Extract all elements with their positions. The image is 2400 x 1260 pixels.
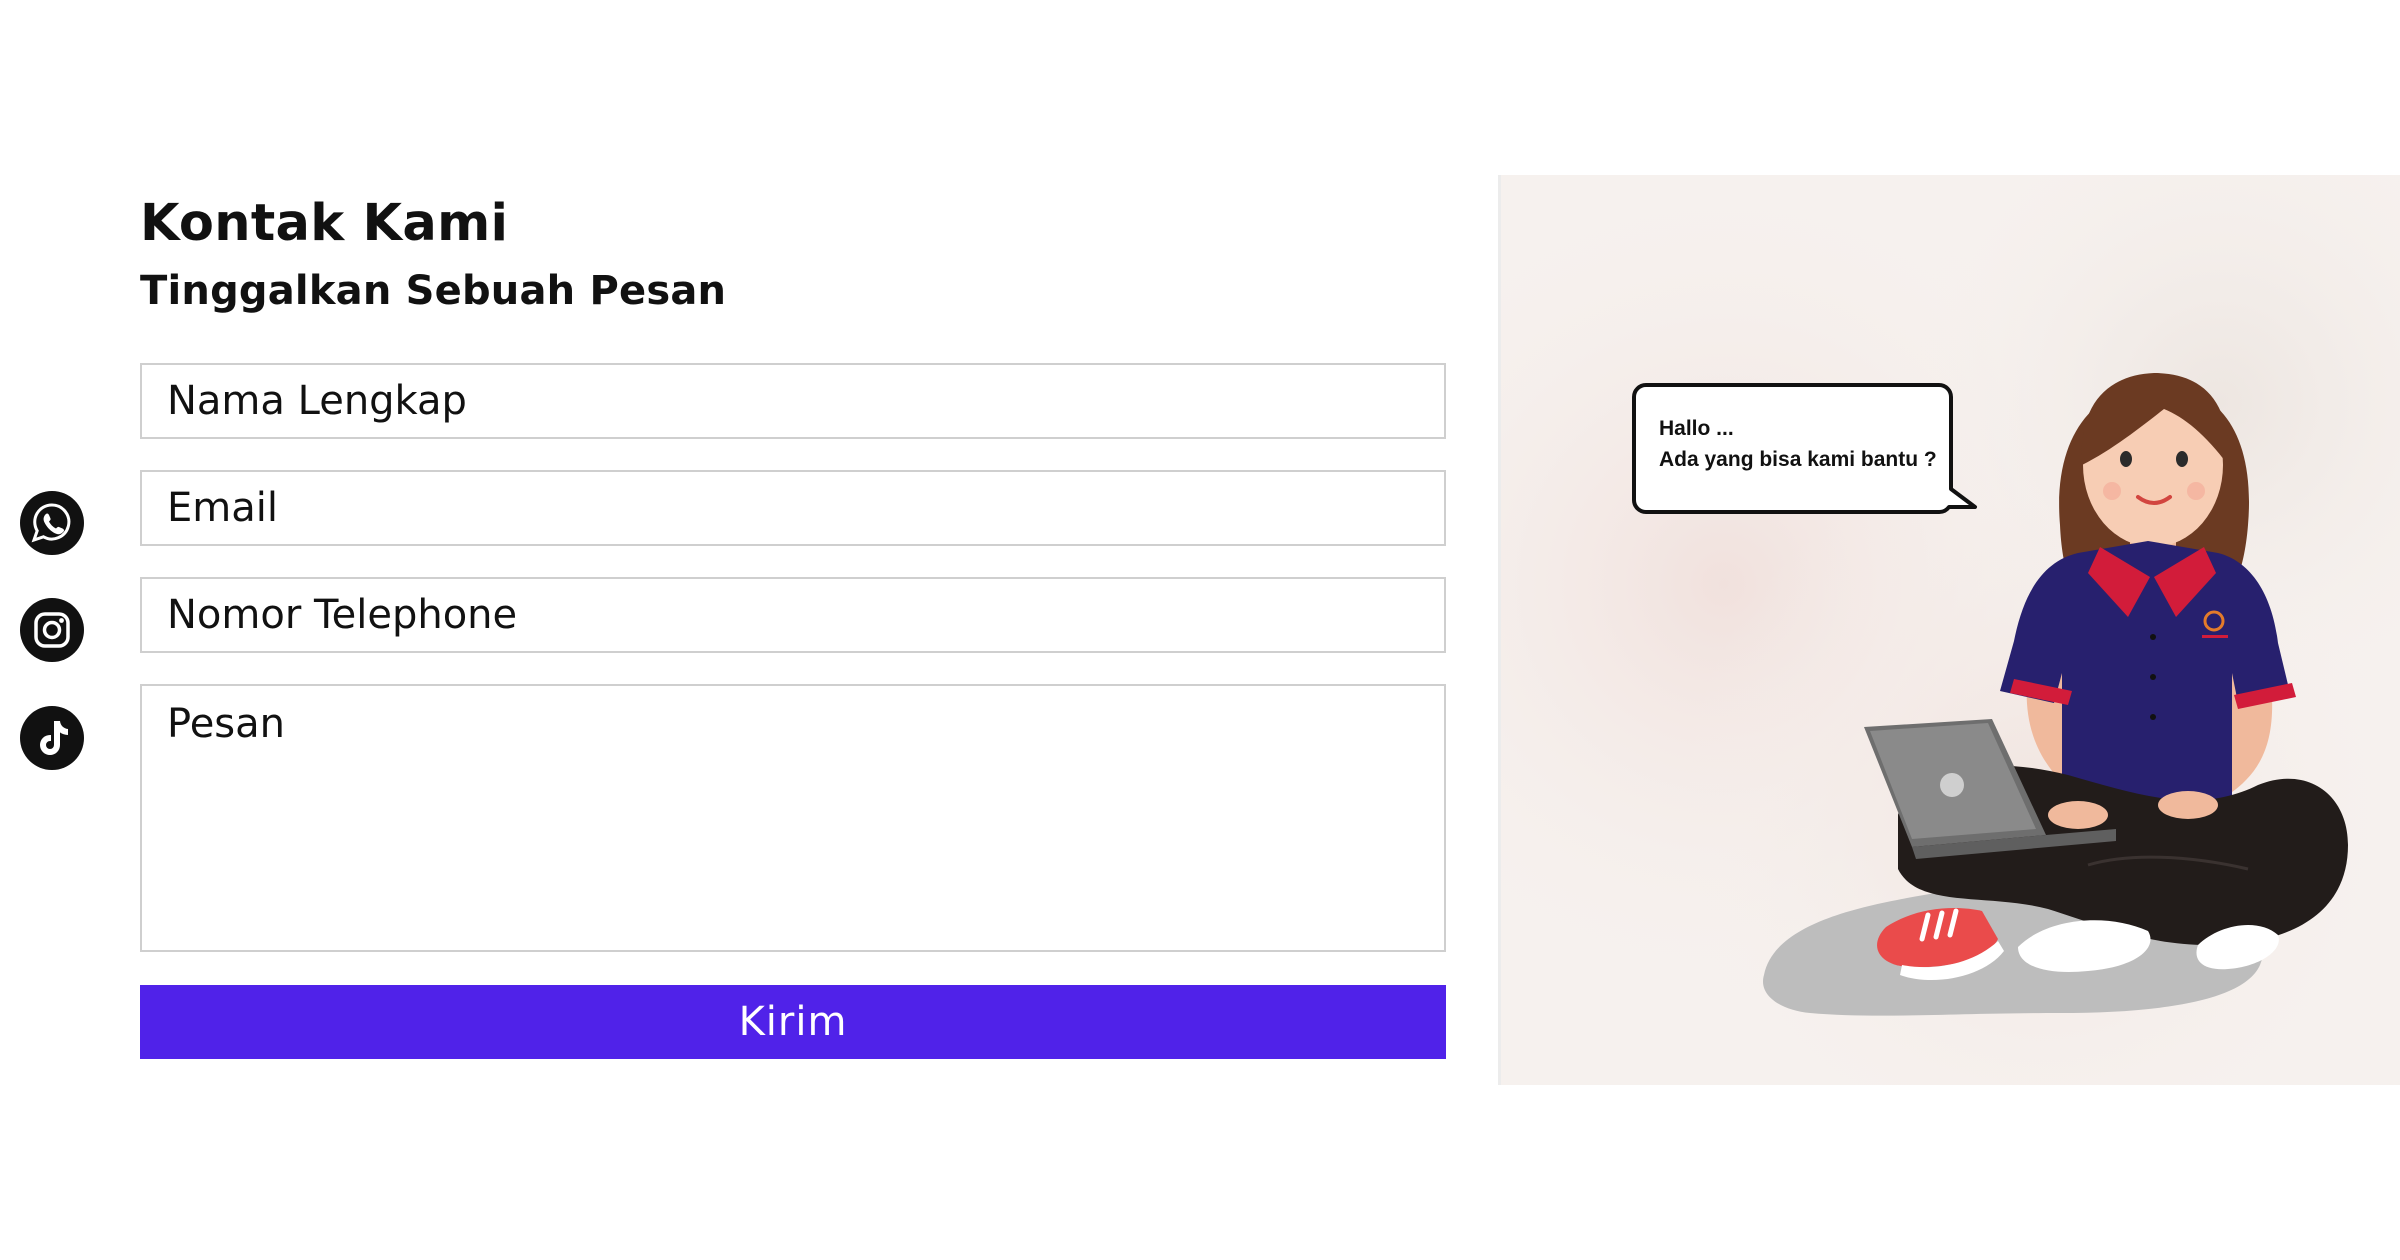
page-subtitle: Tinggalkan Sebuah Pesan [140, 268, 727, 314]
whatsapp-icon [20, 491, 84, 555]
submit-button[interactable]: Kirim [140, 985, 1446, 1059]
full-name-input[interactable] [140, 363, 1446, 439]
whatsapp-link[interactable] [20, 491, 84, 555]
phone-input[interactable] [140, 577, 1446, 653]
tiktok-link[interactable] [20, 706, 84, 770]
email-input[interactable] [140, 470, 1446, 546]
instagram-icon [20, 598, 84, 662]
instagram-link[interactable] [20, 598, 84, 662]
bubble-line-1: Hallo ... [1659, 417, 1734, 440]
bubble-line-2: Ada yang bisa kami bantu ? [1659, 448, 1937, 471]
page-title: Kontak Kami [140, 194, 509, 253]
customer-service-illustration: Hallo ... Ada yang bisa kami bantu ? [1498, 175, 2400, 1085]
tiktok-icon [20, 706, 84, 770]
speech-bubble-text: Hallo ... Ada yang bisa kami bantu ? [1659, 413, 1937, 475]
message-textarea[interactable] [140, 684, 1446, 952]
watercolor-background [1498, 175, 2400, 1085]
